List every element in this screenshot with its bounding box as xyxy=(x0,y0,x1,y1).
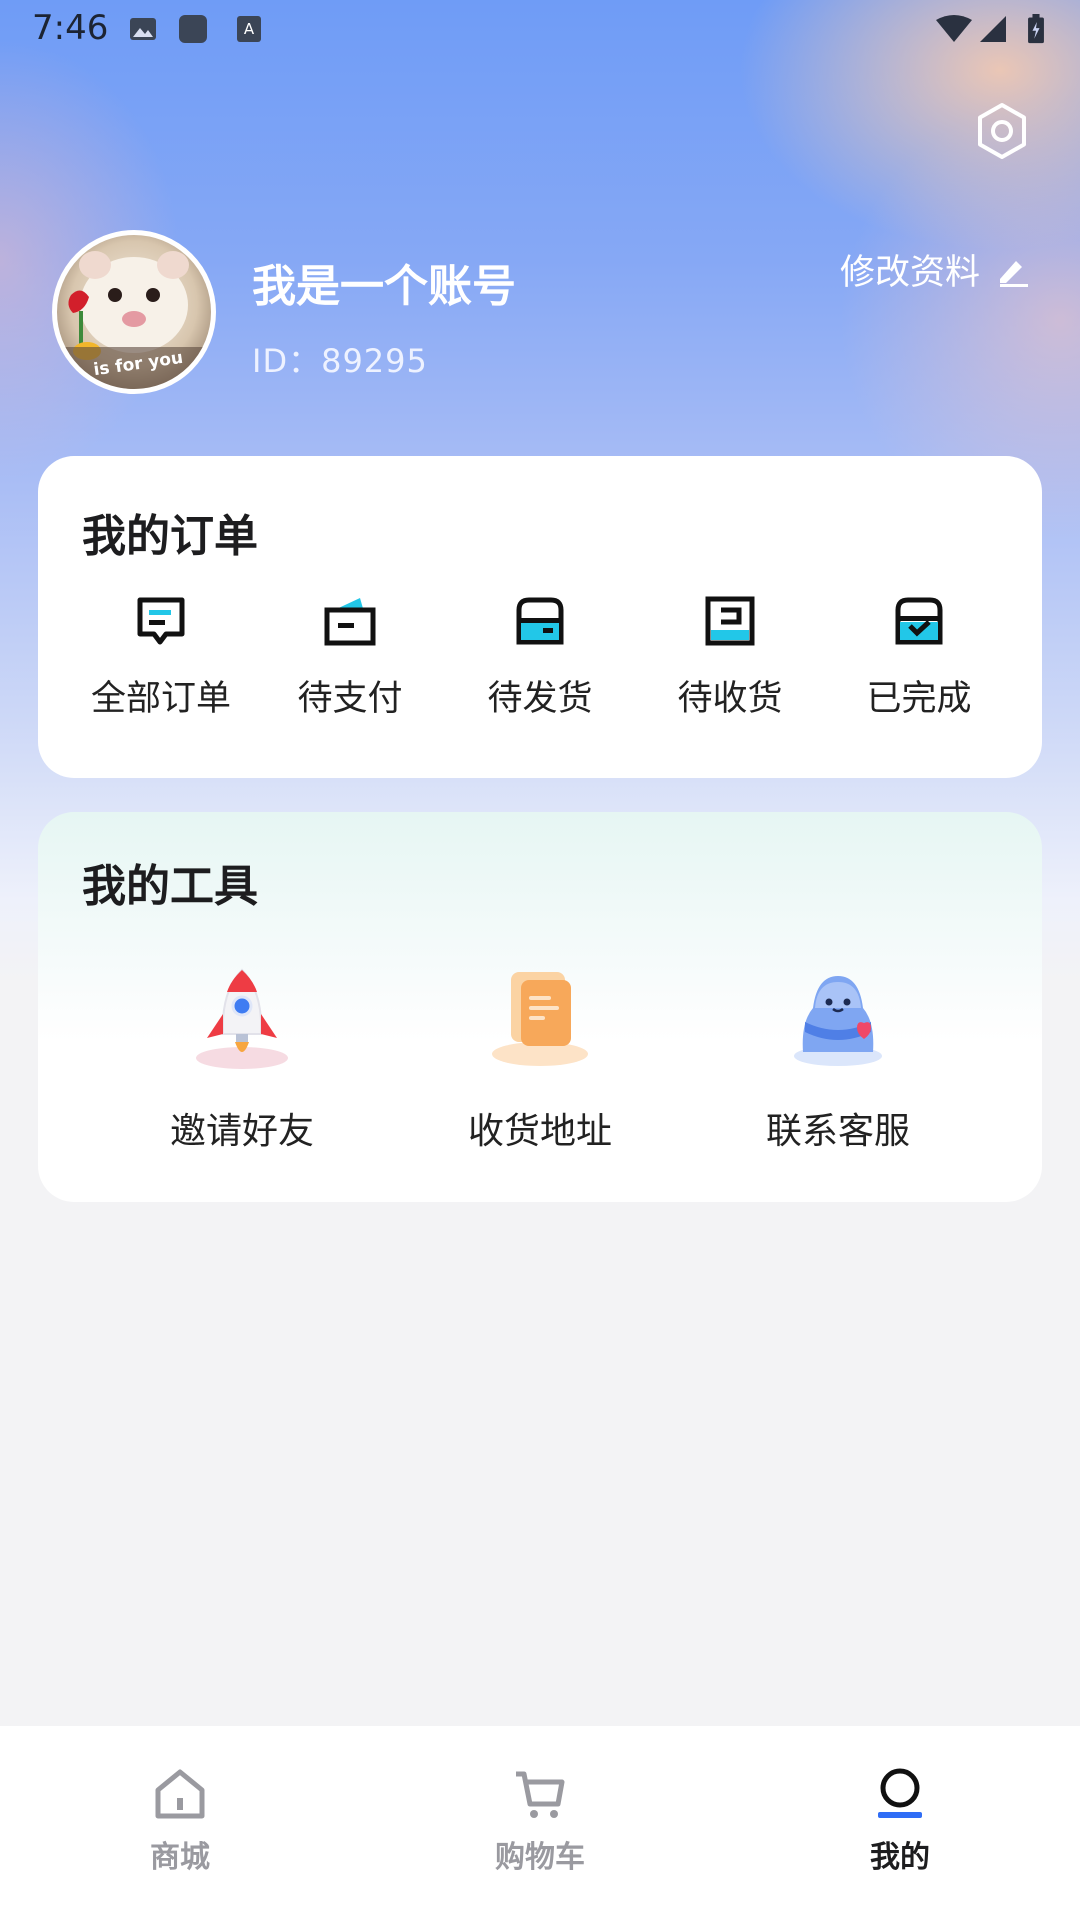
completed-icon xyxy=(895,597,943,645)
edit-profile-label: 修改资料 xyxy=(839,253,980,293)
order-pending-payment[interactable]: 待支付 xyxy=(255,596,445,746)
status-bar: 7:46 A xyxy=(0,0,1080,60)
profile-icon xyxy=(878,1768,922,1818)
pencil-icon xyxy=(1000,260,1028,287)
tool-shipping-address[interactable]: 收货地址 xyxy=(430,962,650,1162)
bottom-tab-bar: 商城 购物车 我的 xyxy=(0,1726,1080,1920)
cart-icon xyxy=(516,1771,565,1818)
order-all-label: 全部订单 xyxy=(90,679,231,719)
tab-cart-label: 购物车 xyxy=(495,1840,585,1875)
my-tools-card: 我的工具 邀请好友 收货地址 联系客服 xyxy=(38,812,1042,1202)
my-orders-card: 我的订单 全部订单 待支付 待发货 待收货 已完成 xyxy=(38,456,1042,778)
all-orders-icon xyxy=(137,597,185,645)
svg-text:A: A xyxy=(244,20,255,38)
signal-icon xyxy=(980,16,1006,42)
my-tools-title: 我的工具 xyxy=(82,861,258,912)
support-mascot-icon xyxy=(794,976,882,1066)
wifi-icon xyxy=(936,15,972,42)
pending-receipt-icon xyxy=(705,596,755,646)
tool-invite-friends-label: 邀请好友 xyxy=(169,1111,314,1152)
tab-cart[interactable]: 购物车 xyxy=(440,1766,640,1876)
rocket-icon xyxy=(196,968,288,1069)
text-notification-icon: A xyxy=(237,16,261,42)
tool-shipping-address-label: 收货地址 xyxy=(467,1111,612,1152)
gallery-notification-icon xyxy=(130,18,156,40)
my-orders-title: 我的订单 xyxy=(82,511,258,562)
user-id: ID：89295 xyxy=(252,342,428,380)
order-pending-receipt[interactable]: 待收货 xyxy=(635,596,825,746)
avatar-image: is for you xyxy=(57,251,211,389)
username: 我是一个账号 xyxy=(252,261,516,312)
home-icon xyxy=(155,1769,205,1819)
pending-payment-icon xyxy=(324,598,376,646)
order-all[interactable]: 全部订单 xyxy=(66,596,256,746)
edit-profile-button[interactable]: 修改资料 xyxy=(840,244,1030,295)
order-completed[interactable]: 已完成 xyxy=(824,596,1014,746)
pending-shipment-icon xyxy=(516,597,564,645)
tool-invite-friends[interactable]: 邀请好友 xyxy=(132,962,352,1162)
battery-icon xyxy=(1028,14,1044,44)
tab-mine[interactable]: 我的 xyxy=(800,1766,1000,1876)
avatar[interactable]: is for you xyxy=(52,230,216,394)
tab-mall-label: 商城 xyxy=(150,1840,210,1875)
app-notification-icon xyxy=(179,15,207,43)
order-completed-label: 已完成 xyxy=(866,679,972,719)
settings-icon[interactable] xyxy=(976,102,1028,160)
address-book-icon xyxy=(492,972,588,1066)
tool-customer-service-label: 联系客服 xyxy=(765,1111,910,1152)
tool-customer-service[interactable]: 联系客服 xyxy=(728,962,948,1162)
tab-mall[interactable]: 商城 xyxy=(80,1766,280,1876)
order-pending-shipment-label: 待发货 xyxy=(487,679,593,719)
order-pending-shipment[interactable]: 待发货 xyxy=(445,596,635,746)
tab-mine-label: 我的 xyxy=(870,1840,930,1875)
status-time: 7:46 xyxy=(32,8,109,48)
order-pending-payment-label: 待支付 xyxy=(297,679,403,719)
order-pending-receipt-label: 待收货 xyxy=(677,679,783,719)
